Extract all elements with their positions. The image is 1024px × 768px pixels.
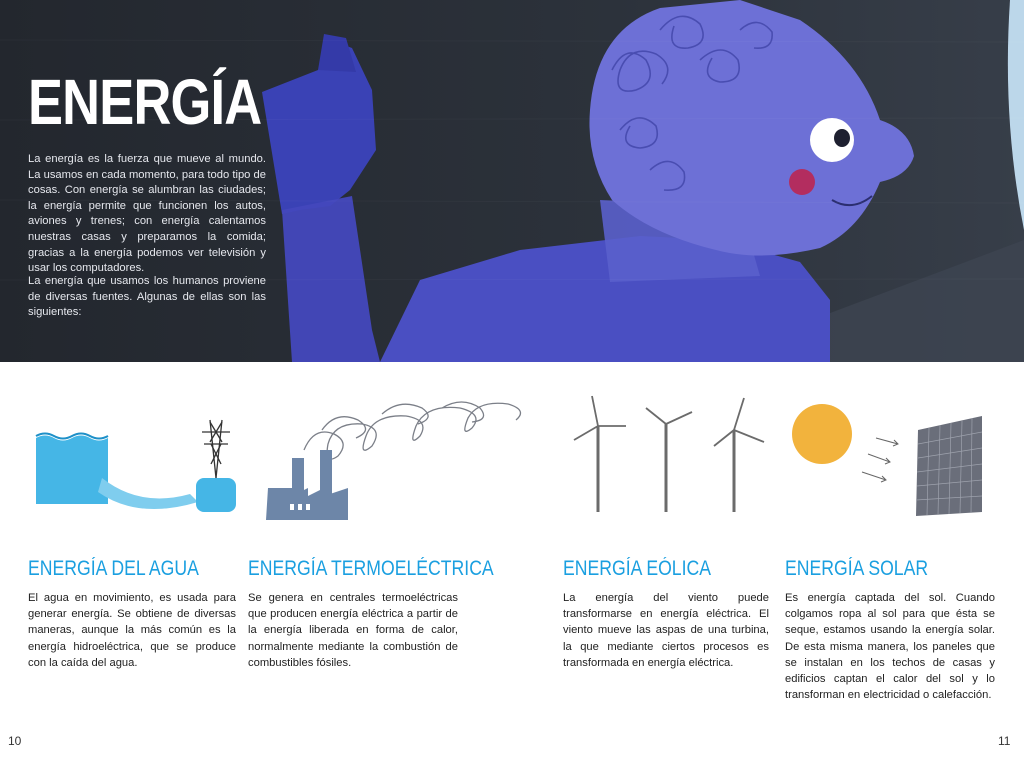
section-body-wind: La energía del viento puede transformars… xyxy=(563,592,769,669)
page-number-left: 10 xyxy=(8,734,22,748)
section-title-wind: ENERGÍA EÓLICA xyxy=(563,557,712,580)
water-reservoir-shape xyxy=(36,435,108,504)
transmission-tower-icon xyxy=(202,419,230,479)
wind-turbine-3 xyxy=(713,397,765,512)
sun-rays-arrows xyxy=(861,437,899,483)
turbine-house-shape xyxy=(196,478,236,512)
hydro-dam-illustration xyxy=(35,419,236,512)
factory-window-3 xyxy=(306,504,310,510)
section-body-solar: Es energía captada del sol. Cuando colga… xyxy=(785,592,995,702)
wind-turbine-2 xyxy=(645,407,693,512)
intro-paragraph-1: La energía es la fuerza que mueve al mun… xyxy=(28,153,266,275)
water-pipe-shape xyxy=(98,478,198,510)
factory-window-2 xyxy=(298,504,302,510)
sun-icon xyxy=(792,404,852,464)
figure-cheek xyxy=(789,169,815,195)
section-body-thermal: Se genera en centrales termoeléctricas q… xyxy=(248,592,458,669)
hero-banner: ENERGÍA La energía es la fuerza que muev… xyxy=(0,0,1024,362)
thermal-plant-illustration xyxy=(266,401,522,520)
intro-paragraph-2: La energía que usamos los humanos provie… xyxy=(28,275,266,319)
page-title: ENERGÍA xyxy=(28,66,262,138)
book-spread: ENERGÍA La energía es la fuerza que muev… xyxy=(0,0,1024,768)
section-body-water: El agua en movimiento, es usada para gen… xyxy=(28,592,236,669)
section-title-solar: ENERGÍA SOLAR xyxy=(785,557,929,580)
figure-pupil xyxy=(834,129,850,147)
section-title-water: ENERGÍA DEL AGUA xyxy=(28,557,199,580)
solar-illustration xyxy=(792,404,983,516)
smoke-scribble xyxy=(303,401,522,460)
page-number-right: 11 xyxy=(998,734,1011,748)
wind-turbines-illustration xyxy=(573,395,765,512)
section-title-thermal: ENERGÍA TERMOELÉCTRICA xyxy=(248,557,494,580)
factory-window-1 xyxy=(290,504,294,510)
wind-turbine-1 xyxy=(573,395,626,512)
